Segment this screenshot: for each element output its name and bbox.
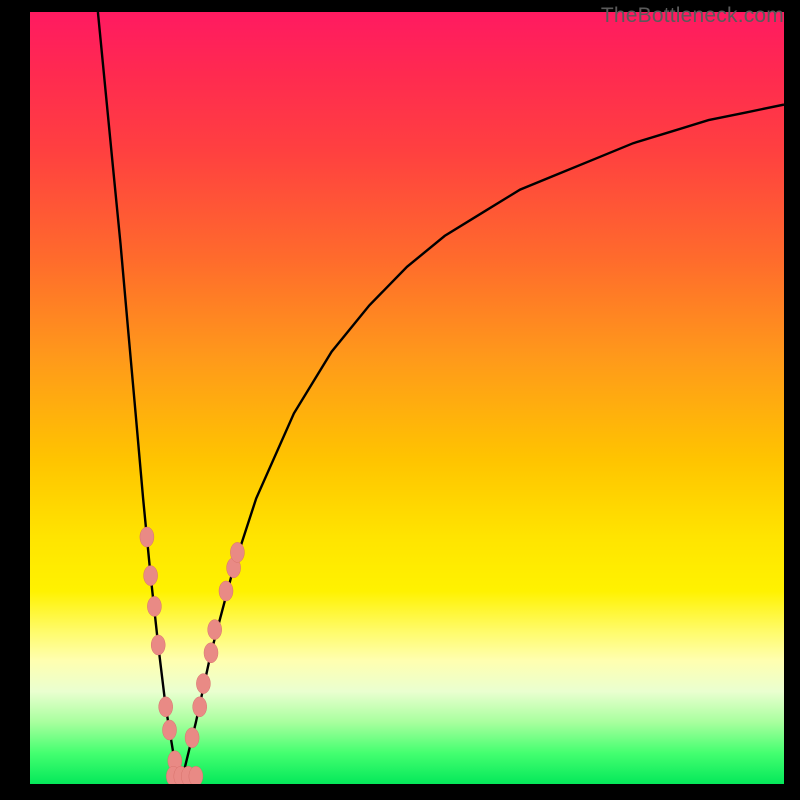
chart-marker	[219, 581, 233, 601]
chart-marker	[193, 697, 207, 717]
right-branch-curve	[181, 105, 784, 784]
chart-marker	[185, 728, 199, 748]
marker-layer	[140, 527, 245, 784]
chart-marker	[147, 596, 161, 616]
chart-plot-area	[30, 12, 784, 784]
chart-marker	[204, 643, 218, 663]
chart-svg	[30, 12, 784, 784]
chart-marker	[189, 766, 203, 784]
chart-stage: TheBottleneck.com	[0, 0, 800, 800]
chart-marker	[151, 635, 165, 655]
chart-marker	[208, 620, 222, 640]
chart-marker	[140, 527, 154, 547]
chart-marker	[144, 566, 158, 586]
chart-marker	[230, 542, 244, 562]
chart-marker	[163, 720, 177, 740]
watermark-text: TheBottleneck.com	[601, 4, 784, 28]
chart-marker	[196, 674, 210, 694]
chart-marker	[159, 697, 173, 717]
left-branch-curve	[98, 12, 181, 784]
